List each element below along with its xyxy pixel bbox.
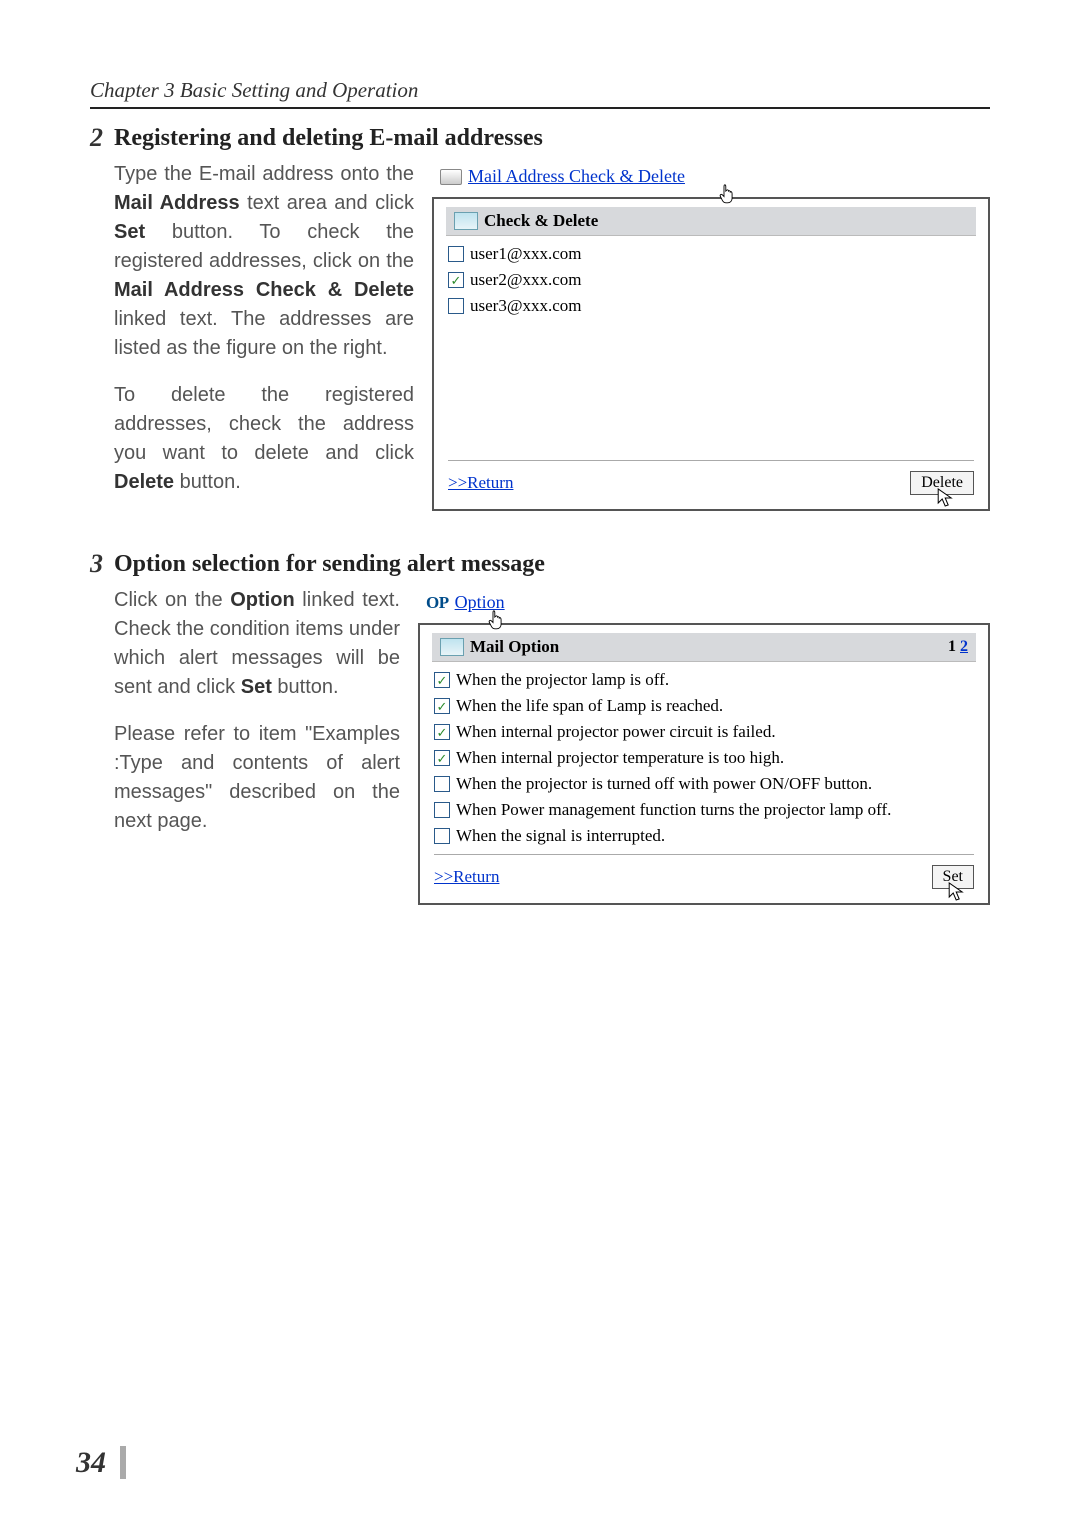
checkbox[interactable] xyxy=(434,776,450,792)
email-text: user2@xxx.com xyxy=(470,270,582,290)
section-3: 3 Option selection for sending alert mes… xyxy=(90,551,990,905)
option-text: When the projector lamp is off. xyxy=(456,670,669,690)
option-text: When internal projector power circuit is… xyxy=(456,722,776,742)
mail-icon xyxy=(440,169,462,185)
option-text: When Power management function turns the… xyxy=(456,800,891,820)
page-indicator: 1 2 xyxy=(948,638,968,656)
checkbox[interactable]: ✓ xyxy=(434,750,450,766)
option-row: ✓ When internal projector power circuit … xyxy=(434,722,974,742)
option-row: When the projector is turned off with po… xyxy=(434,774,974,794)
chapter-header: Chapter 3 Basic Setting and Operation xyxy=(90,78,990,109)
set-button[interactable]: Set xyxy=(932,865,974,889)
option-text: When the projector is turned off with po… xyxy=(456,774,872,794)
panel-header: Check & Delete xyxy=(446,207,976,236)
arrow-cursor-icon xyxy=(948,882,964,902)
option-row: When Power management function turns the… xyxy=(434,800,974,820)
email-row: ✓ user2@xxx.com xyxy=(448,270,974,290)
section-3-text: Click on the Option linked text. Check t… xyxy=(114,586,400,905)
checkbox[interactable] xyxy=(434,802,450,818)
check-delete-screenshot: Mail Address Check & Delete Check & Dele… xyxy=(432,160,990,515)
op-icon: OP xyxy=(426,593,449,613)
panel-icon xyxy=(454,212,478,230)
hand-cursor-icon xyxy=(488,609,506,629)
checkbox[interactable] xyxy=(448,298,464,314)
option-row: ✓ When the life span of Lamp is reached. xyxy=(434,696,974,716)
option-row: ✓ When internal projector temperature is… xyxy=(434,748,974,768)
email-row: user3@xxx.com xyxy=(448,296,974,316)
checkbox[interactable] xyxy=(448,246,464,262)
email-text: user3@xxx.com xyxy=(470,296,582,316)
checkbox[interactable] xyxy=(434,828,450,844)
page-2-link[interactable]: 2 xyxy=(960,638,968,655)
return-link[interactable]: >>Return xyxy=(434,867,499,887)
section-number: 2 xyxy=(90,125,114,515)
checkbox[interactable]: ✓ xyxy=(448,272,464,288)
option-row: When the signal is interrupted. xyxy=(434,826,974,846)
checkbox[interactable]: ✓ xyxy=(434,724,450,740)
hand-cursor-icon xyxy=(719,183,737,203)
option-text: When internal projector temperature is t… xyxy=(456,748,784,768)
panel-icon xyxy=(440,638,464,656)
mail-option-screenshot: OP Option Mail Option 1 2 xyxy=(418,586,990,905)
mail-address-check-delete-link[interactable]: Mail Address Check & Delete xyxy=(468,166,685,187)
email-text: user1@xxx.com xyxy=(470,244,582,264)
panel-title: Check & Delete xyxy=(484,211,598,231)
section-number: 3 xyxy=(90,551,114,905)
section-title: Option selection for sending alert messa… xyxy=(114,551,990,578)
mail-option-panel: Mail Option 1 2 ✓ When the projector lam… xyxy=(418,623,990,905)
checkbox[interactable]: ✓ xyxy=(434,672,450,688)
panel-title: Mail Option xyxy=(470,637,559,657)
panel-header: Mail Option 1 2 xyxy=(432,633,976,662)
section-2-text: Type the E-mail address onto the Mail Ad… xyxy=(114,160,414,515)
delete-button[interactable]: Delete xyxy=(910,471,974,495)
section-2: 2 Registering and deleting E-mail addres… xyxy=(90,125,990,515)
check-delete-panel: Check & Delete user1@xxx.com ✓ user2@xxx… xyxy=(432,197,990,511)
option-text: When the signal is interrupted. xyxy=(456,826,665,846)
option-row: ✓ When the projector lamp is off. xyxy=(434,670,974,690)
arrow-cursor-icon xyxy=(937,488,953,508)
option-text: When the life span of Lamp is reached. xyxy=(456,696,723,716)
return-link[interactable]: >>Return xyxy=(448,473,513,493)
checkbox[interactable]: ✓ xyxy=(434,698,450,714)
section-title: Registering and deleting E-mail addresse… xyxy=(114,125,990,152)
email-row: user1@xxx.com xyxy=(448,244,974,264)
page-number: 34 xyxy=(76,1446,126,1479)
